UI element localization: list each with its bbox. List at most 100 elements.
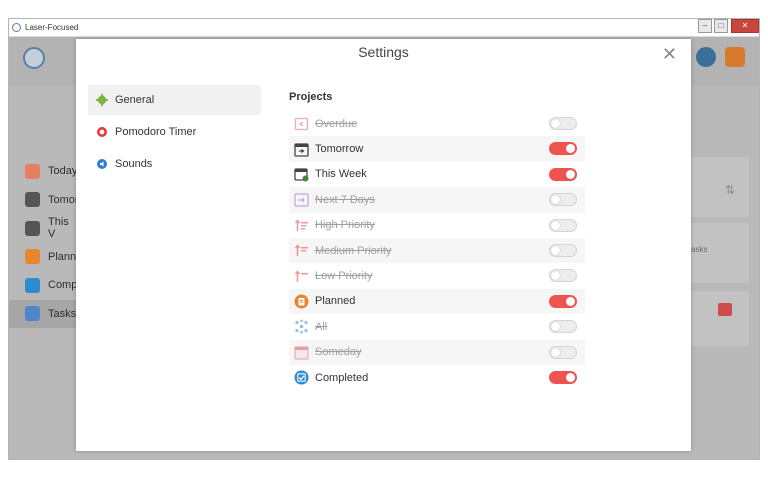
timer-icon (96, 126, 108, 138)
gear-icon (96, 94, 108, 106)
project-row-high-priority: High Priority (289, 213, 585, 238)
app-clock-icon (12, 23, 21, 32)
speaker-icon (96, 158, 108, 170)
someday-icon (293, 344, 310, 361)
sidebar-item-icon (25, 249, 40, 265)
window-title: Laser-Focused (25, 23, 79, 32)
toggle-knob (551, 347, 560, 357)
toggle-knob (551, 322, 560, 332)
project-row-someday: Someday (289, 339, 585, 365)
background-task-card: asks (691, 223, 749, 283)
toggle-knob (566, 144, 575, 154)
tomorrow-icon (293, 141, 310, 158)
app-logo-icon[interactable] (23, 47, 45, 69)
project-label: Next 7 Days (315, 193, 375, 206)
background-sidebar-item[interactable]: Tomor (9, 186, 79, 215)
this-week-icon (293, 166, 310, 183)
high-priority-icon (293, 217, 310, 234)
toggle-knob (551, 245, 560, 255)
sidebar-item-label: Tasks (48, 307, 77, 320)
background-panel-header: ⇅ (691, 157, 749, 217)
project-toggle[interactable] (549, 117, 577, 130)
project-toggle[interactable] (549, 243, 577, 257)
project-toggle[interactable] (549, 294, 577, 308)
account-icon[interactable] (696, 47, 716, 67)
project-label: High Priority (315, 219, 375, 232)
sort-icon[interactable]: ⇅ (725, 183, 735, 197)
background-sidebar-item[interactable]: This V (9, 214, 79, 243)
background-sidebar-item[interactable]: Comp (9, 271, 79, 300)
window-close-button[interactable]: ✕ (731, 19, 759, 33)
settings-gear-icon[interactable] (725, 47, 745, 67)
project-label: Someday (315, 346, 362, 359)
sidebar-item-label: Today (48, 165, 78, 178)
sidebar-item-icon (25, 306, 40, 322)
settings-title: Settings (358, 44, 409, 60)
project-row-medium-priority: Medium Priority (289, 237, 585, 264)
projects-heading: Projects (289, 91, 333, 103)
toggle-knob (551, 195, 560, 205)
project-label: Overdue (315, 117, 358, 130)
project-toggle[interactable] (549, 218, 577, 232)
sidebar-item-label: Comp (48, 279, 78, 292)
settings-nav-sounds[interactable]: Sounds (88, 149, 261, 179)
project-row-all: All (289, 314, 585, 339)
project-label: Planned (315, 295, 356, 308)
project-row-next-7-days: Next 7 Days (289, 187, 585, 213)
sidebar-item-label: Tomor (48, 193, 79, 206)
project-row-planned: Planned (289, 288, 585, 315)
settings-nav-label: General (115, 94, 155, 106)
settings-nav-label: Pomodoro Timer (115, 126, 197, 138)
settings-nav-pomodoro-timer[interactable]: Pomodoro Timer (88, 117, 261, 147)
project-row-this-week: This Week (289, 162, 585, 187)
project-label: All (315, 320, 328, 333)
project-label: Medium Priority (315, 244, 392, 257)
project-toggle[interactable] (549, 193, 577, 207)
settings-nav-general[interactable]: General (88, 85, 261, 115)
overdue-icon (293, 115, 310, 132)
close-icon[interactable]: ✕ (662, 44, 677, 65)
low-priority-icon (293, 268, 310, 285)
settings-nav-label: Sounds (115, 158, 153, 170)
toggle-knob (551, 271, 560, 281)
background-sidebar-item[interactable]: Tasks (9, 299, 79, 328)
project-toggle[interactable] (549, 167, 577, 181)
project-row-overdue: Overdue (289, 111, 585, 136)
sidebar-item-label: This V (48, 216, 69, 241)
project-label: Tomorrow (315, 143, 364, 156)
background-task-card-2 (691, 291, 749, 346)
project-row-tomorrow: Tomorrow (289, 136, 585, 162)
toggle-knob (551, 119, 560, 128)
sidebar-item-icon (25, 220, 40, 236)
completed-icon (293, 369, 310, 386)
project-toggle[interactable] (549, 269, 577, 283)
planned-icon (293, 293, 310, 310)
project-row-low-priority: Low Priority (289, 263, 585, 288)
background-sidebar-item[interactable]: Plann (9, 243, 79, 272)
background-sidebar: Today Tomor This V Plann Comp Tasks (9, 157, 79, 328)
project-toggle[interactable] (549, 142, 577, 156)
sidebar-item-icon (25, 277, 40, 293)
sidebar-item-icon (25, 192, 40, 208)
project-row-completed: Completed (289, 365, 585, 390)
medium-priority-icon (293, 242, 310, 259)
toggle-knob (566, 296, 575, 306)
next-7-days-icon (293, 191, 310, 208)
toggle-knob (566, 372, 575, 382)
all-icon (293, 318, 310, 335)
settings-nav: General Pomodoro Timer Sounds (88, 85, 261, 181)
background-sidebar-item[interactable]: Today (9, 157, 79, 186)
project-label: This Week (315, 168, 367, 181)
projects-list: Overdue Tomorrow This Week Next 7 Days High … (289, 111, 585, 390)
background-card-text: asks (691, 245, 708, 254)
title-bar: Laser-Focused – □ ✕ (9, 19, 759, 37)
project-toggle[interactable] (549, 370, 577, 384)
sidebar-item-label: Plann (48, 250, 77, 263)
maximize-button[interactable]: □ (714, 19, 728, 33)
project-label: Low Priority (315, 270, 373, 283)
project-toggle[interactable] (549, 345, 577, 359)
calendar-icon[interactable] (718, 303, 732, 316)
minimize-button[interactable]: – (698, 19, 712, 33)
toggle-knob (566, 169, 575, 179)
project-toggle[interactable] (549, 320, 577, 334)
